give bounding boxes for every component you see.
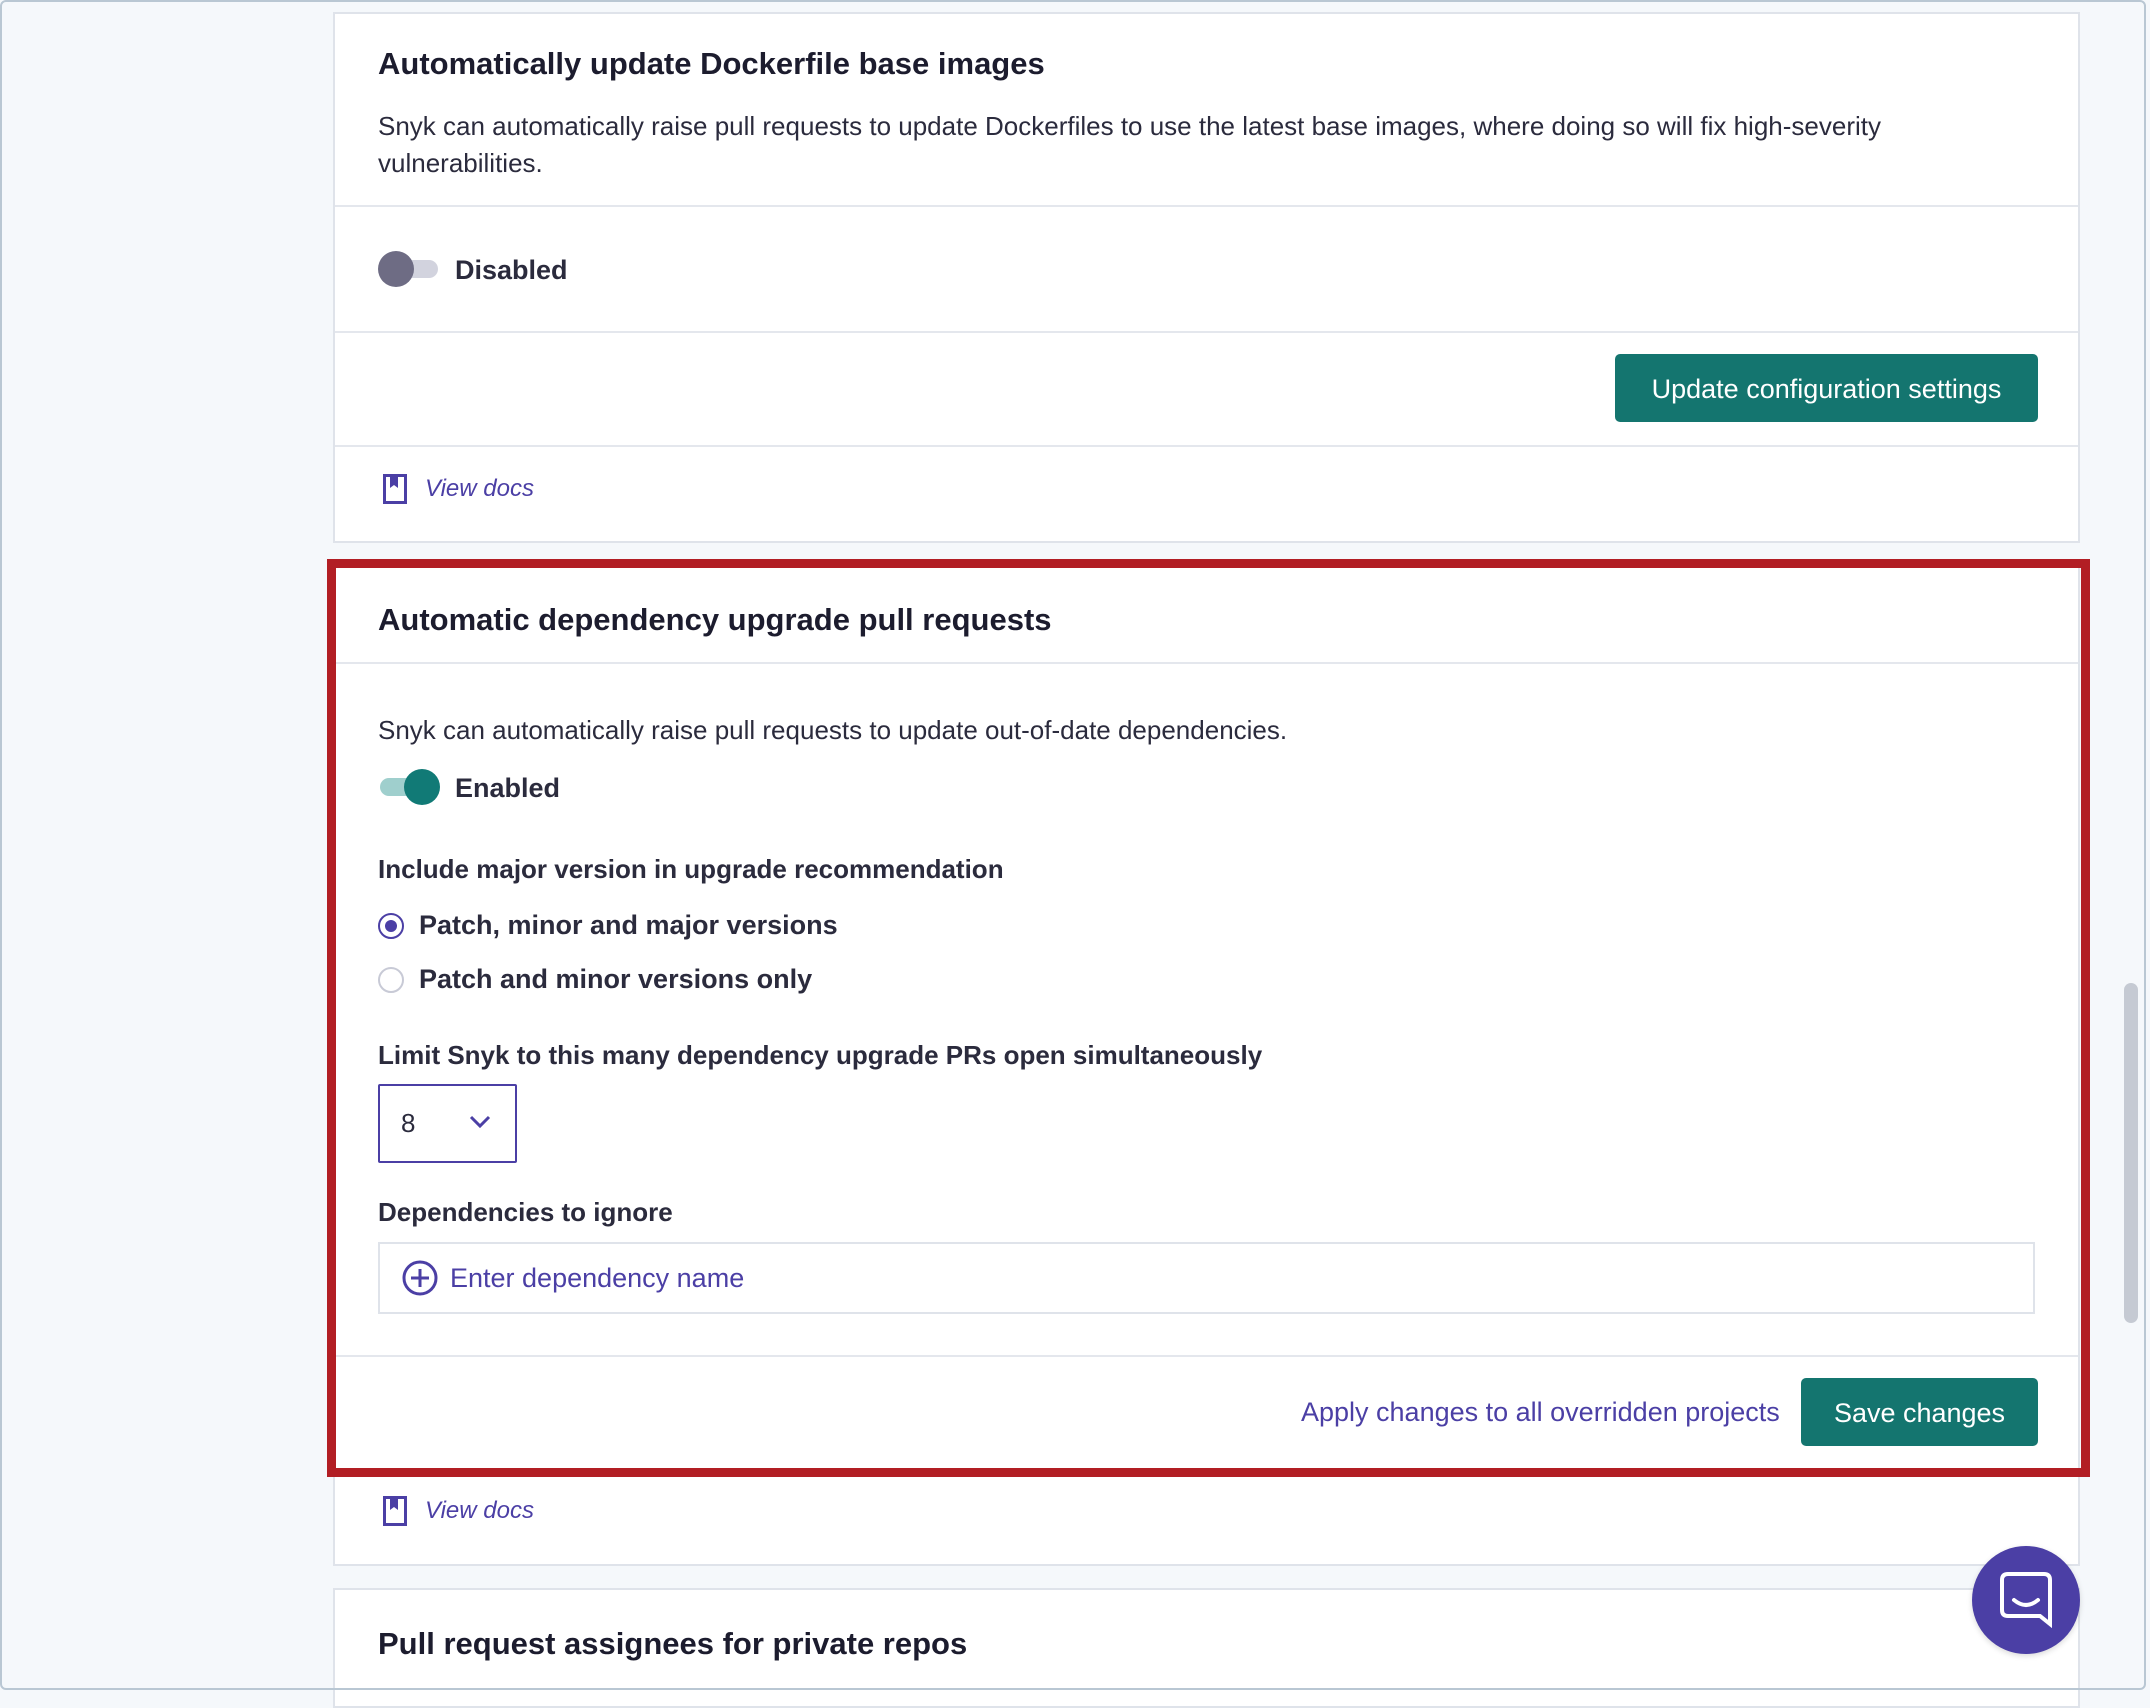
dependency-input-placeholder: Enter dependency name [450, 1262, 745, 1293]
book-icon [383, 1496, 407, 1526]
radio-label: Patch and minor versions only [419, 964, 813, 994]
radio-button-checked[interactable] [378, 912, 404, 939]
toggle-knob [404, 769, 440, 805]
pr-limit-select[interactable]: 8 [378, 1084, 517, 1163]
dependency-upgrade-toggle[interactable] [378, 769, 440, 805]
plus-circle-icon [402, 1260, 438, 1296]
dependency-card-title: Automatic dependency upgrade pull reques… [378, 602, 1052, 637]
radio-option-major[interactable]: Patch, minor and major versions [378, 910, 838, 941]
divider [335, 1355, 2078, 1357]
dockerfile-toggle-label: Disabled [455, 255, 568, 285]
dockerfile-card-description: Snyk can automatically raise pull reques… [378, 111, 1881, 178]
pr-limit-label: Limit Snyk to this many dependency upgra… [378, 1040, 1263, 1070]
toggle-knob [378, 251, 414, 287]
chat-icon [2000, 1572, 2052, 1628]
dependencies-ignore-label: Dependencies to ignore [378, 1197, 673, 1227]
update-configuration-button[interactable]: Update configuration settings [1615, 354, 2038, 422]
dockerfile-view-docs-link[interactable]: View docs [383, 474, 534, 504]
pr-limit-value: 8 [401, 1108, 416, 1138]
dependency-toggle-label: Enabled [455, 773, 561, 803]
scrollbar-thumb[interactable] [2124, 983, 2138, 1323]
radio-option-minor[interactable]: Patch and minor versions only [378, 964, 812, 995]
dependency-upgrade-card: Automatic dependency upgrade pull reques… [333, 560, 2080, 1566]
divider [335, 331, 2078, 333]
save-changes-button[interactable]: Save changes [1801, 1378, 2038, 1446]
major-version-label: Include major version in upgrade recomme… [378, 854, 1004, 884]
chevron-down-icon [469, 1115, 491, 1129]
view-docs-label: View docs [425, 475, 534, 502]
dockerfile-settings-card: Automatically update Dockerfile base ima… [333, 12, 2080, 543]
assignees-card-title: Pull request assignees for private repos [378, 1626, 968, 1661]
dockerfile-toggle[interactable] [378, 251, 440, 287]
dependency-card-description: Snyk can automatically raise pull reques… [378, 715, 1288, 745]
pr-assignees-card: Pull request assignees for private repos [333, 1588, 2080, 1708]
chat-launcher-button[interactable] [1972, 1546, 2080, 1654]
divider [335, 662, 2078, 664]
apply-to-overridden-link[interactable]: Apply changes to all overridden projects [1301, 1397, 1780, 1428]
divider [335, 205, 2078, 207]
book-icon [383, 474, 407, 504]
dependency-name-input[interactable]: Enter dependency name [378, 1242, 2035, 1314]
divider [335, 445, 2078, 447]
dependency-view-docs-link[interactable]: View docs [383, 1496, 534, 1526]
dockerfile-card-title: Automatically update Dockerfile base ima… [378, 46, 1045, 81]
view-docs-label: View docs [425, 1497, 534, 1524]
radio-button-unchecked[interactable] [378, 966, 404, 993]
radio-label: Patch, minor and major versions [419, 910, 838, 940]
